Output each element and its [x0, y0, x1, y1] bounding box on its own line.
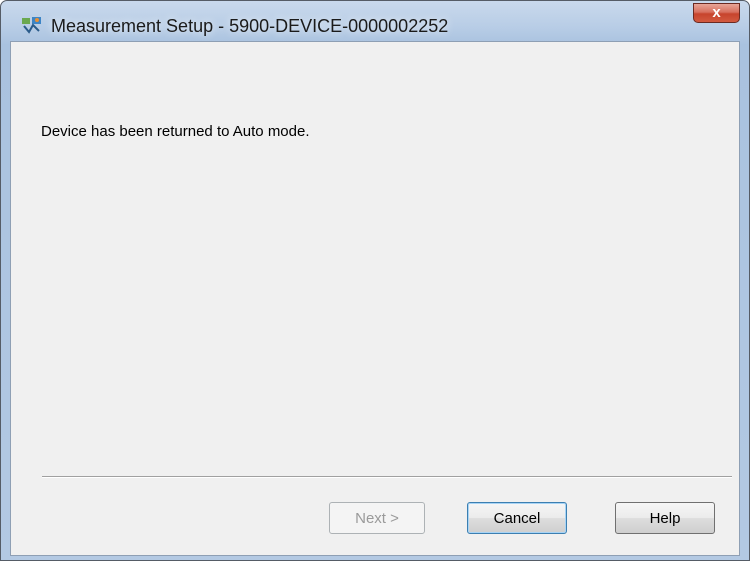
next-button[interactable]: Next > — [329, 502, 425, 534]
window-title: Measurement Setup - 5900-DEVICE-00000022… — [51, 16, 449, 36]
help-button[interactable]: Help — [615, 502, 715, 534]
dialog-window: Measurement Setup - 5900-DEVICE-00000022… — [0, 0, 750, 561]
status-message: Device has been returned to Auto mode. — [41, 123, 310, 140]
measurement-app-icon — [22, 17, 41, 34]
close-icon: x — [712, 4, 721, 21]
title-bar[interactable]: Measurement Setup - 5900-DEVICE-00000022… — [1, 1, 749, 41]
divider — [42, 476, 732, 478]
close-button[interactable]: x — [693, 3, 740, 23]
cancel-button[interactable]: Cancel — [467, 502, 567, 534]
dialog-body: Device has been returned to Auto mode. N… — [10, 41, 740, 556]
